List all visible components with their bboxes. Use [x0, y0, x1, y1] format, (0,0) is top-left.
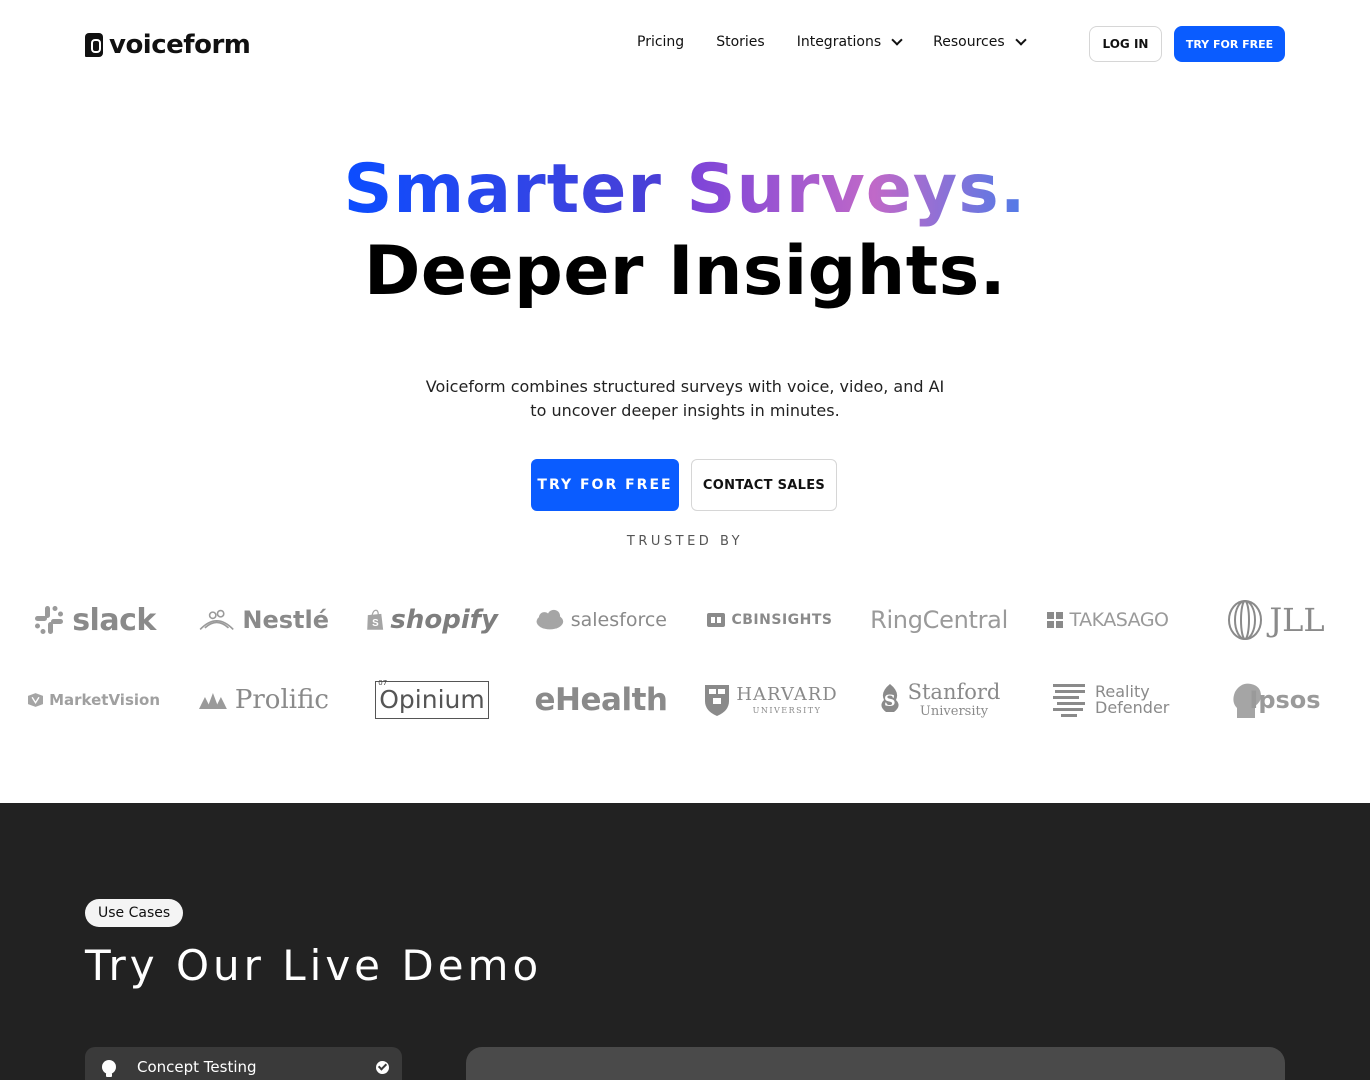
- slack-logo: slack: [28, 598, 160, 642]
- reality-defender-stripes-icon: [1053, 684, 1085, 717]
- hero-subtitle: Voiceform combines structured surveys wi…: [425, 377, 945, 420]
- contact-sales-button[interactable]: CONTACT SALES: [691, 459, 837, 511]
- ipsos-logo: Ipsos: [1222, 678, 1330, 722]
- header-try-free-button[interactable]: TRY FOR FREE: [1174, 26, 1285, 62]
- marketvision-logo: MarketVision: [28, 678, 160, 722]
- ehealth-wordmark: eHealth: [534, 682, 668, 718]
- harvard-shield-icon: [705, 685, 730, 716]
- use-cases-pill: Use Cases: [85, 899, 184, 927]
- reality-defender-wordmark: Reality Defender: [1095, 682, 1170, 717]
- prolific-logo: Prolific: [197, 678, 329, 722]
- opinium-wordmark: Opinium: [375, 681, 489, 719]
- nav-resources-label: Resources: [933, 34, 1005, 50]
- nestle-logo: Nestlé: [197, 598, 329, 642]
- main-nav: Pricing Stories Integrations Resources: [637, 34, 1057, 50]
- ringcentral-logo: RingCentral: [870, 598, 1008, 642]
- hero-word-smarter: Smarter: [343, 150, 662, 229]
- hero-headline-line1: Smarter Surveys.: [0, 150, 1370, 230]
- shopify-logo: S shopify: [366, 598, 498, 642]
- nav-stories[interactable]: Stories: [716, 34, 765, 50]
- prolific-wordmark: Prolific: [234, 685, 329, 715]
- hero-headline-line2: Deeper Insights.: [363, 232, 1007, 311]
- checkmark-circle-icon: [376, 1060, 389, 1074]
- prolific-fan-icon: [198, 693, 227, 709]
- nav-integrations[interactable]: Integrations: [796, 34, 903, 50]
- marketvision-mark-icon: [28, 693, 44, 707]
- login-button[interactable]: LOG IN: [1089, 26, 1162, 62]
- demo-preview-panel: [466, 1047, 1285, 1080]
- stanford-tree-icon: S: [881, 684, 899, 712]
- svg-text:S: S: [884, 691, 896, 710]
- takasago-logo: TAKASAGO: [1042, 598, 1174, 642]
- microphone-logo-icon: [85, 33, 103, 57]
- nav-resources[interactable]: Resources: [933, 34, 1027, 50]
- shopify-bag-icon: S: [367, 609, 384, 630]
- try-for-free-button[interactable]: TRY FOR FREE: [531, 459, 679, 511]
- salesforce-cloud-icon: [536, 609, 564, 630]
- trusted-by-label: TRUSTED BY: [626, 534, 744, 549]
- salesforce-logo: salesforce: [535, 598, 667, 642]
- cbinsights-mark-icon: [707, 613, 726, 627]
- takasago-wordmark: TAKASAGO: [1069, 609, 1169, 631]
- ehealth-logo: eHealth: [534, 678, 668, 722]
- takasago-mark-icon: [1047, 612, 1064, 628]
- live-demo-title: Try Our Live Demo: [85, 941, 543, 990]
- hero-word-surveys: Surveys.: [686, 150, 1027, 229]
- use-case-label: Concept Testing: [137, 1058, 257, 1076]
- marketvision-wordmark: MarketVision: [49, 691, 160, 709]
- nestle-wordmark: Nestlé: [242, 606, 329, 634]
- opinium-logo: 07 Opinium: [366, 678, 498, 722]
- slack-wordmark: slack: [72, 602, 156, 638]
- ringcentral-wordmark: RingCentral: [870, 606, 1008, 634]
- jll-wordmark: JLL: [1269, 601, 1325, 639]
- site-header: voiceform Pricing Stories Integrations R…: [0, 0, 1370, 88]
- reality-defender-logo: Reality Defender: [1042, 678, 1176, 722]
- nav-integrations-label: Integrations: [796, 34, 882, 50]
- use-cases-section: Use Cases Try Our Live Demo Concept Test…: [0, 803, 1370, 1080]
- cbinsights-logo: CBINSIGHTS: [704, 598, 836, 642]
- use-case-concept-testing[interactable]: Concept Testing: [85, 1047, 402, 1080]
- lightbulb-icon: [102, 1060, 116, 1077]
- shopify-wordmark: shopify: [390, 605, 498, 635]
- svg-text:S: S: [372, 618, 379, 629]
- jll-globe-icon: [1228, 600, 1263, 640]
- harvard-wordmark: HARVARD: [736, 683, 838, 705]
- stanford-university-label: University: [919, 704, 989, 719]
- salesforce-wordmark: salesforce: [570, 609, 667, 631]
- ipsos-wordmark: Ipsos: [1249, 686, 1321, 714]
- logo-text: voiceform: [109, 30, 251, 60]
- nav-pricing-label: Pricing: [637, 34, 685, 50]
- harvard-logo: HARVARD UNIVERSITY: [704, 678, 838, 722]
- stanford-wordmark: Stanford: [907, 680, 1001, 704]
- stanford-logo: S Stanford University: [872, 678, 1006, 722]
- nestle-nest-icon: [199, 609, 234, 630]
- jll-logo: JLL: [1222, 598, 1330, 642]
- harvard-university-label: UNIVERSITY: [752, 705, 822, 715]
- chevron-down-icon: [1014, 34, 1027, 46]
- nav-pricing[interactable]: Pricing: [637, 34, 684, 50]
- chevron-down-icon: [891, 34, 903, 46]
- cbinsights-wordmark: CBINSIGHTS: [731, 612, 833, 628]
- opinium-small-number: 07: [378, 679, 388, 687]
- voiceform-logo[interactable]: voiceform: [85, 30, 251, 60]
- nav-stories-label: Stories: [716, 34, 765, 50]
- slack-icon: [35, 606, 64, 634]
